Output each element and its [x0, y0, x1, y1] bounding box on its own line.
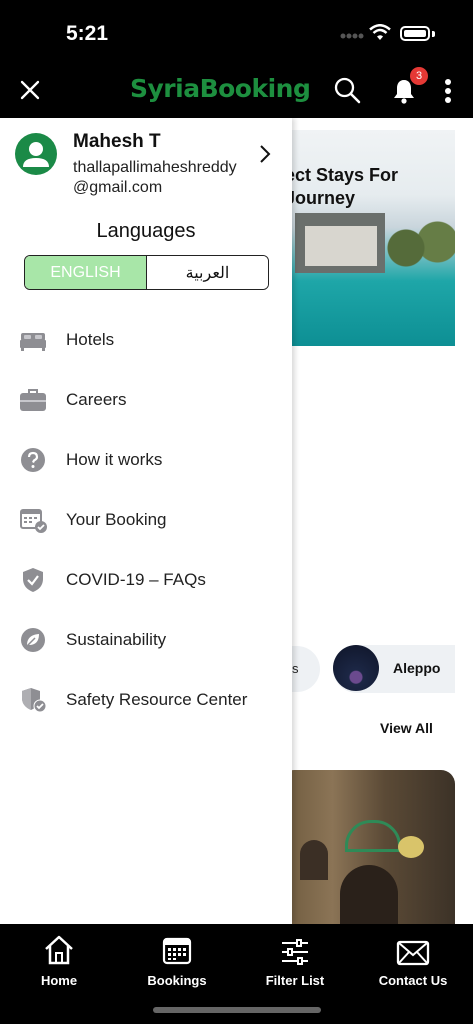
hero-title: ect Stays For Journey — [285, 165, 399, 208]
menu-item-hotels[interactable]: Hotels — [0, 310, 292, 370]
bed-icon — [20, 333, 46, 351]
tab-label: Filter List — [265, 973, 325, 988]
language-english-button[interactable]: ENGLISH — [25, 256, 147, 289]
leaf-icon — [21, 628, 45, 652]
wifi-icon — [369, 24, 391, 40]
user-email: thallapallimaheshreddy@gmail.com — [73, 159, 237, 196]
hotel-card[interactable] — [280, 770, 455, 924]
menu-item-label: Sustainability — [66, 630, 167, 649]
tab-home[interactable]: Home — [0, 930, 118, 988]
language-arabic-button[interactable]: العربية — [147, 256, 268, 289]
home-icon — [45, 935, 73, 965]
menu-item-label: Careers — [66, 390, 127, 409]
status-time: 5:21 — [66, 22, 109, 45]
user-icon — [23, 142, 49, 167]
city-chip-aleppo[interactable]: Aleppo — [333, 645, 455, 693]
more-options-icon[interactable] — [444, 78, 452, 104]
menu-item-label: COVID-19 – FAQs — [66, 570, 206, 589]
menu-item-sustainability[interactable]: Sustainability — [0, 610, 292, 670]
menu-item-your-booking[interactable]: Your Booking — [0, 490, 292, 550]
question-icon — [21, 448, 45, 472]
tab-label: Bookings — [147, 973, 207, 988]
view-all-link[interactable]: View All — [380, 720, 433, 736]
calendar-icon — [162, 937, 192, 965]
language-toggle: ENGLISH العربية — [24, 255, 269, 290]
tab-label: Home — [40, 973, 78, 988]
user-name: Mahesh T — [73, 131, 161, 152]
menu-item-label: Your Booking — [66, 510, 167, 529]
tab-label: Contact Us — [378, 973, 448, 988]
city-chip-label: s — [292, 661, 299, 676]
mail-icon — [396, 940, 430, 966]
languages-heading: Languages — [96, 220, 196, 242]
shield-check-icon — [23, 568, 43, 592]
menu-item-label: How it works — [66, 450, 163, 469]
search-icon[interactable] — [333, 76, 361, 104]
bottom-tab-bar: Home Bookings Filter List Contact Us — [0, 924, 473, 1024]
menu-item-safety-resource-center[interactable]: Safety Resource Center — [0, 670, 292, 730]
menu-item-label: Safety Resource Center — [66, 690, 248, 709]
chevron-right-icon[interactable] — [258, 144, 272, 164]
avatar[interactable] — [15, 133, 57, 175]
shield-badge-icon — [22, 688, 47, 713]
briefcase-icon — [20, 389, 46, 411]
tab-filter-list[interactable]: Filter List — [236, 930, 354, 988]
home-indicator — [153, 1007, 321, 1013]
close-icon[interactable] — [18, 78, 42, 102]
battery-icon — [400, 26, 430, 41]
calendar-check-icon — [20, 509, 47, 533]
signal-icon — [340, 33, 364, 39]
tab-contact-us[interactable]: Contact Us — [354, 930, 472, 988]
sliders-icon — [282, 939, 308, 965]
city-chip-label: Aleppo — [393, 660, 441, 676]
menu-item-how-it-works[interactable]: How it works — [0, 430, 292, 490]
navigation-drawer: Mahesh T thallapallimaheshreddy@gmail.co… — [0, 118, 292, 924]
tab-bookings[interactable]: Bookings — [118, 930, 236, 988]
city-thumbnail — [333, 645, 379, 691]
menu-item-careers[interactable]: Careers — [0, 370, 292, 430]
menu-item-label: Hotels — [66, 330, 115, 349]
notification-badge: 3 — [410, 67, 428, 85]
status-bar: 5:21 — [0, 0, 473, 64]
menu-item-covid-faqs[interactable]: COVID-19 – FAQs — [0, 550, 292, 610]
app-bar: SyriaBooking 3 — [0, 64, 473, 118]
app-logo: SyriaBooking — [130, 74, 311, 103]
